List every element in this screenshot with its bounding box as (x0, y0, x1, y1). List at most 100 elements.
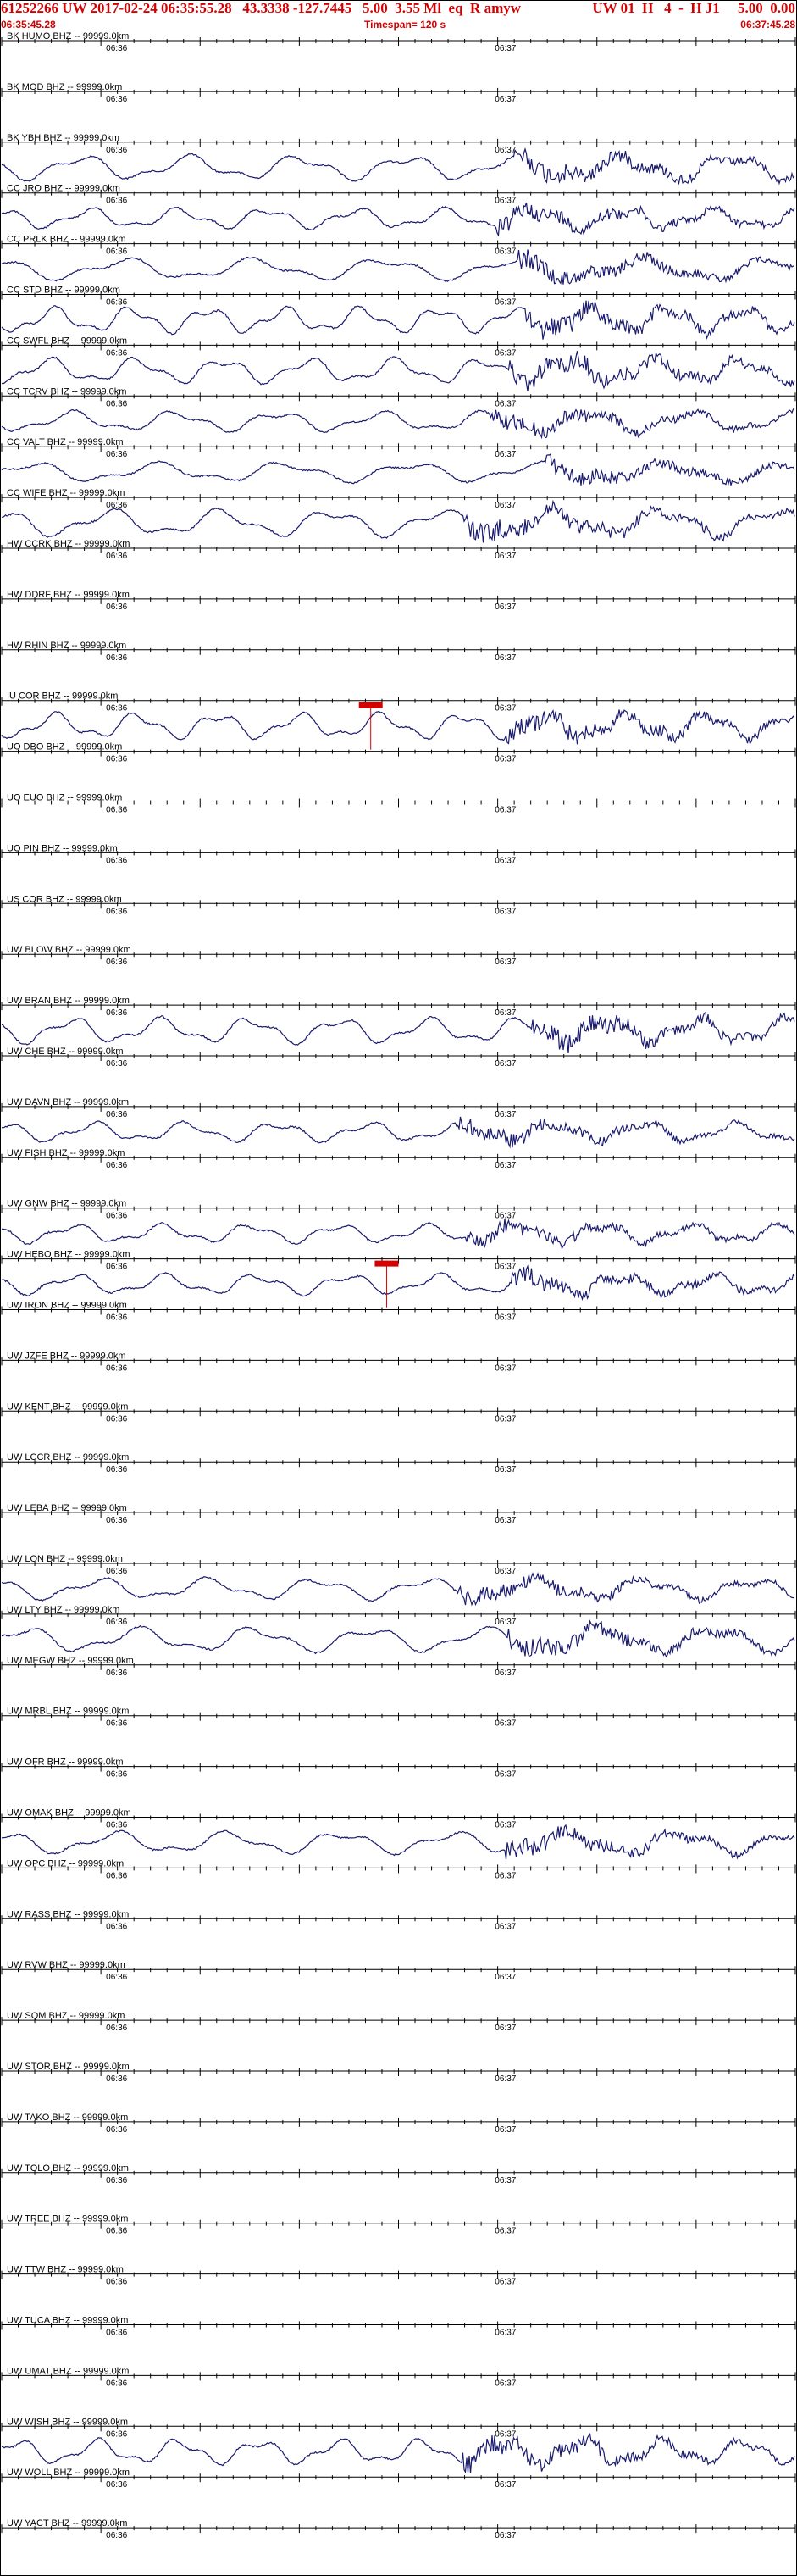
channel-label: UW RVW BHZ -- 99999.0km (7, 1960, 125, 1970)
minute-label-left: 06:36 (106, 755, 127, 764)
minute-label-left: 06:36 (106, 2278, 127, 2287)
minute-label-left: 06:36 (106, 1567, 127, 1576)
channel-label: UW CHE BHZ -- 99999.0km (7, 1046, 124, 1057)
seismogram-plot: BK HUMO BHZ -- 99999.0km 06:36 06:37 BK MOD… (1, 31, 796, 2540)
channel-label: UO DBO BHZ -- 99999.0km (7, 742, 122, 752)
minute-label-right: 06:37 (495, 1110, 516, 1119)
channel-label: BK HUMO BHZ -- 99999.0km (7, 31, 129, 42)
minute-label-left: 06:36 (106, 2024, 127, 2033)
minute-label-right: 06:37 (495, 1161, 516, 1170)
channel-label: UW OFR BHZ -- 99999.0km (7, 1757, 124, 1768)
channel-label: UO EUO BHZ -- 99999.0km (7, 793, 122, 803)
minute-label-right: 06:37 (495, 856, 516, 865)
channel-label: CC WIFE BHZ -- 99999.0km (7, 488, 125, 498)
channel-label: CC VALT BHZ -- 99999.0km (7, 437, 124, 447)
minute-label-right: 06:37 (495, 958, 516, 967)
minute-label-left: 06:36 (106, 1313, 127, 1323)
minute-label-right: 06:37 (495, 1313, 516, 1323)
minute-label-left: 06:36 (106, 1414, 127, 1424)
minute-label-right: 06:37 (495, 348, 516, 358)
channel-label: UW LON BHZ -- 99999.0km (7, 1554, 123, 1564)
minute-label-left: 06:36 (106, 1363, 127, 1373)
channel-label: UW DAVN BHZ -- 99999.0km (7, 1097, 129, 1108)
channel-label: UW OPC BHZ -- 99999.0km (7, 1858, 124, 1868)
minute-label-right: 06:37 (495, 247, 516, 257)
minute-label-right: 06:37 (495, 552, 516, 561)
minute-label-right: 06:37 (495, 907, 516, 916)
channel-label: CC TCRV BHZ -- 99999.0km (7, 386, 126, 397)
minute-label-right: 06:37 (495, 1567, 516, 1576)
minute-label-right: 06:37 (495, 602, 516, 612)
minute-label-left: 06:36 (106, 1922, 127, 1931)
minute-label-left: 06:36 (106, 2429, 127, 2439)
minute-label-right: 06:37 (495, 1465, 516, 1474)
channel-label: BK MOD BHZ -- 99999.0km (7, 82, 122, 92)
channel-label: UW FISH BHZ -- 99999.0km (7, 1148, 125, 1158)
channel-label: UW YACT BHZ -- 99999.0km (7, 2518, 127, 2529)
channel-label: UW WOLL BHZ -- 99999.0km (7, 2468, 130, 2478)
channel-label: CC JRO BHZ -- 99999.0km (7, 184, 120, 194)
minute-label-right: 06:37 (495, 1414, 516, 1424)
channel-label: UW UMAT BHZ -- 99999.0km (7, 2366, 129, 2376)
minute-label-right: 06:37 (495, 399, 516, 408)
minute-label-left: 06:36 (106, 348, 127, 358)
minute-label-left: 06:36 (106, 552, 127, 561)
minute-label-left: 06:36 (106, 1618, 127, 1627)
minute-label-left: 06:36 (106, 1465, 127, 1474)
minute-label-right: 06:37 (495, 2125, 516, 2135)
minute-label-right: 06:37 (495, 1363, 516, 1373)
channel-label: UW IRON BHZ -- 99999.0km (7, 1301, 127, 1311)
minute-label-right: 06:37 (495, 2074, 516, 2084)
minute-label-left: 06:36 (106, 704, 127, 713)
channel-label: HW CCRK BHZ -- 99999.0km (7, 539, 130, 549)
minute-label-right: 06:37 (495, 2480, 516, 2490)
minute-label-right: 06:37 (495, 1973, 516, 1982)
waveform-trace (1, 202, 795, 237)
minute-label-right: 06:37 (495, 806, 516, 815)
channel-label: UW BRAN BHZ -- 99999.0km (7, 996, 130, 1006)
minute-label-left: 06:36 (106, 2125, 127, 2135)
minute-label-right: 06:37 (495, 1719, 516, 1729)
minute-label-right: 06:37 (495, 2176, 516, 2185)
minute-label-left: 06:36 (106, 95, 127, 104)
channel-label: UW LTY BHZ -- 99999.0km (7, 1605, 119, 1615)
waveform-trace (1, 1116, 795, 1149)
minute-label-right: 06:37 (495, 2278, 516, 2287)
minute-label-right: 06:37 (495, 1770, 516, 1779)
channel-label: CC STD BHZ -- 99999.0km (7, 286, 120, 296)
channel-label: UW KENT BHZ -- 99999.0km (7, 1402, 128, 1412)
waveform-trace (1, 408, 795, 440)
minute-label-left: 06:36 (106, 146, 127, 155)
minute-label-right: 06:37 (495, 704, 516, 713)
minute-label-right: 06:37 (495, 1212, 516, 1221)
minute-label-right: 06:37 (495, 1059, 516, 1069)
minute-label-right: 06:37 (495, 2024, 516, 2033)
channel-label: UW TUCA BHZ -- 99999.0km (7, 2316, 128, 2326)
minute-label-left: 06:36 (106, 2480, 127, 2490)
minute-label-left: 06:36 (106, 958, 127, 967)
minute-label-right: 06:37 (495, 2227, 516, 2236)
minute-label-left: 06:36 (106, 247, 127, 257)
minute-label-right: 06:37 (495, 1008, 516, 1018)
channel-label: UW MRBL BHZ -- 99999.0km (7, 1707, 129, 1717)
minute-label-right: 06:37 (495, 1821, 516, 1830)
channel-label: IU COR BHZ -- 99999.0km (7, 691, 118, 702)
minute-label-right: 06:37 (495, 1871, 516, 1880)
minute-label-right: 06:37 (495, 95, 516, 104)
channel-label: UW RASS BHZ -- 99999.0km (7, 1909, 129, 1919)
minute-label-left: 06:36 (106, 1719, 127, 1729)
waveform-trace (1, 1219, 795, 1250)
channel-label: UW LCCR BHZ -- 99999.0km (7, 1452, 129, 1463)
minute-label-right: 06:37 (495, 298, 516, 308)
minute-label-left: 06:36 (106, 2379, 127, 2388)
minute-label-left: 06:36 (106, 450, 127, 459)
minute-label-right: 06:37 (495, 1668, 516, 1678)
channel-label: UW JZFE BHZ -- 99999.0km (7, 1351, 126, 1361)
channel-label: UW WISH BHZ -- 99999.0km (7, 2417, 128, 2427)
channel-label: UW STOR BHZ -- 99999.0km (7, 2062, 130, 2072)
channel-label: UW TAKO BHZ -- 99999.0km (7, 2112, 128, 2123)
minute-label-right: 06:37 (495, 2379, 516, 2388)
minute-label-left: 06:36 (106, 653, 127, 663)
waveform-trace (1, 708, 795, 746)
minute-label-left: 06:36 (106, 2329, 127, 2338)
